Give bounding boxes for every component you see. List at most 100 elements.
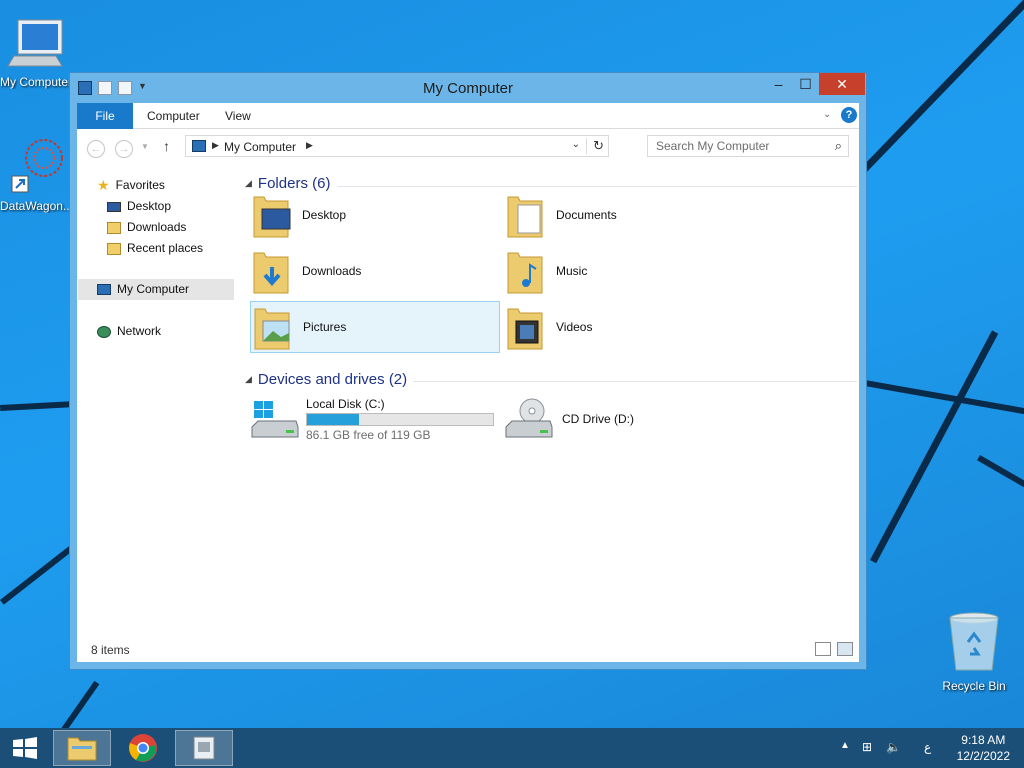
forward-button[interactable]: → xyxy=(115,140,133,158)
nav-network[interactable]: Network xyxy=(97,321,161,342)
maximize-button[interactable]: ☐ xyxy=(792,73,819,95)
folder-documents[interactable]: Documents xyxy=(504,189,754,241)
ribbon-expand-icon[interactable]: ⌄ xyxy=(823,109,831,120)
recycle-bin-icon xyxy=(949,612,999,671)
devices-group-header[interactable]: ◢ Devices and drives (2) xyxy=(245,371,407,388)
wallpaper-line xyxy=(60,680,100,734)
item-count: 8 items xyxy=(91,643,130,657)
folder-downloads-icon xyxy=(253,252,289,294)
up-button[interactable]: ↑ xyxy=(163,138,170,154)
folder-music-icon xyxy=(507,252,543,294)
address-bar[interactable]: ▶ My Computer ▶ ⌄ ↻ xyxy=(185,135,609,157)
collapse-icon[interactable]: ◢ xyxy=(245,374,252,385)
search-icon[interactable]: ⌕ xyxy=(835,138,842,154)
drive-local-disk-c[interactable]: Local Disk (C:) 86.1 GB free of 119 GB xyxy=(250,393,500,445)
taskbar-app[interactable] xyxy=(175,730,233,766)
tab-file[interactable]: File xyxy=(77,103,133,129)
navigation-pane: ★ Favorites Desktop Downloads Recent pla… xyxy=(77,165,237,636)
nav-recent-places[interactable]: Recent places xyxy=(107,238,203,259)
chevron-right-icon[interactable]: ▶ xyxy=(306,140,313,151)
chevron-right-icon[interactable]: ▶ xyxy=(212,140,219,151)
nav-favorites[interactable]: ★ Favorites xyxy=(97,175,165,196)
content-pane: ◢ Folders (6) Desktop Documents Download… xyxy=(237,165,859,636)
title-bar[interactable]: ▼ My Computer – ☐ ✕ xyxy=(70,73,866,103)
window-content: File Computer View ⌄ ? ← → ▼ ↑ ▶ My Comp… xyxy=(77,103,859,662)
cd-drive-icon xyxy=(505,398,553,438)
nav-label: My Computer xyxy=(117,282,190,296)
collapse-icon[interactable]: ◢ xyxy=(245,178,252,189)
network-tray-icon[interactable]: ⊞ xyxy=(862,740,872,754)
wallpaper-line xyxy=(863,380,1024,416)
show-hidden-icons-icon[interactable]: ▲ xyxy=(840,740,850,751)
clock[interactable]: 9:18 AM 12/2/2022 xyxy=(957,732,1010,764)
wallpaper-line xyxy=(870,330,999,564)
desktop-icon-label: Recycle Bin xyxy=(942,679,1006,693)
group-title: Devices and drives (2) xyxy=(257,371,408,388)
folder-name: Downloads xyxy=(302,264,362,278)
wallpaper-line xyxy=(977,455,1024,491)
folder-pictures-icon xyxy=(254,308,290,350)
desktop-icon-recycle-bin[interactable]: Recycle Bin xyxy=(938,612,1010,693)
nav-label: Downloads xyxy=(127,220,187,234)
window-title: My Computer xyxy=(422,80,514,97)
drive-free-space: 86.1 GB free of 119 GB xyxy=(306,427,431,442)
minimize-button[interactable]: – xyxy=(765,73,792,95)
tab-computer[interactable]: Computer xyxy=(133,103,214,129)
taskbar-chrome[interactable] xyxy=(114,730,172,766)
drive-cd-d[interactable]: CD Drive (D:) xyxy=(504,393,754,445)
breadcrumb[interactable]: My Computer xyxy=(224,140,296,154)
folder-pictures[interactable]: Pictures xyxy=(250,301,500,353)
computer-small-icon xyxy=(97,284,111,295)
network-icon xyxy=(97,325,111,338)
folder-name: Pictures xyxy=(303,320,347,334)
application-icon xyxy=(193,736,215,760)
folder-name: Desktop xyxy=(302,208,347,222)
folder-name: Videos xyxy=(556,320,593,334)
desktop-icon-my-computer[interactable]: My Computer xyxy=(0,18,72,89)
volume-icon[interactable]: 🔈 xyxy=(886,740,901,754)
nav-label: Recent places xyxy=(127,241,204,255)
search-box[interactable]: ⌕ xyxy=(647,135,849,157)
back-button[interactable]: ← xyxy=(87,140,105,158)
desktop-icon-label: DataWagon... xyxy=(0,199,72,213)
tab-view[interactable]: View xyxy=(211,103,265,129)
folder-name: Documents xyxy=(556,208,617,222)
folder-desktop[interactable]: Desktop xyxy=(250,189,500,241)
computer-icon xyxy=(7,19,63,67)
details-view-icon[interactable] xyxy=(815,642,831,656)
help-icon[interactable]: ? xyxy=(841,107,857,123)
language-indicator[interactable]: ع xyxy=(924,740,931,754)
nav-desktop[interactable]: Desktop xyxy=(107,196,171,217)
taskbar-file-explorer[interactable] xyxy=(53,730,111,766)
desktop-icon-datawagon[interactable]: DataWagon... xyxy=(0,136,72,213)
folder-videos-icon xyxy=(507,308,543,350)
search-input[interactable] xyxy=(648,136,818,156)
explorer-window: ▼ My Computer – ☐ ✕ File Computer View ⌄… xyxy=(69,72,867,670)
nav-my-computer[interactable]: My Computer xyxy=(97,279,189,300)
close-button[interactable]: ✕ xyxy=(819,73,865,95)
large-icons-view-icon[interactable] xyxy=(837,642,853,656)
file-explorer-icon xyxy=(67,737,97,761)
disk-usage-bar xyxy=(306,412,494,426)
group-divider xyxy=(413,381,857,382)
refresh-icon[interactable]: ↻ xyxy=(586,138,604,154)
group-divider xyxy=(337,186,857,187)
disk-usage-fill xyxy=(307,413,360,425)
ribbon-tabs: File Computer View ⌄ ? xyxy=(77,103,859,129)
folder-music[interactable]: Music xyxy=(504,245,754,297)
taskbar: ▲ ⊞ 🔈 ع 9:18 AM 12/2/2022 xyxy=(0,728,1024,768)
recent-locations-icon[interactable]: ▼ xyxy=(141,142,149,151)
chrome-icon xyxy=(129,734,157,762)
folder-videos[interactable]: Videos xyxy=(504,301,754,353)
desktop-icon-label: My Computer xyxy=(0,75,72,89)
status-bar: 8 items xyxy=(77,636,859,662)
navigation-bar: ← → ▼ ↑ ▶ My Computer ▶ ⌄ ↻ ⌕ xyxy=(77,129,859,165)
datawagon-icon xyxy=(11,139,63,193)
start-button[interactable] xyxy=(0,730,50,766)
star-icon: ★ xyxy=(97,177,110,193)
address-dropdown-icon[interactable]: ⌄ xyxy=(572,139,580,150)
nav-label: Favorites xyxy=(115,178,165,192)
nav-downloads[interactable]: Downloads xyxy=(107,217,186,238)
clock-time: 9:18 AM xyxy=(961,733,1006,747)
folder-downloads[interactable]: Downloads xyxy=(250,245,500,297)
